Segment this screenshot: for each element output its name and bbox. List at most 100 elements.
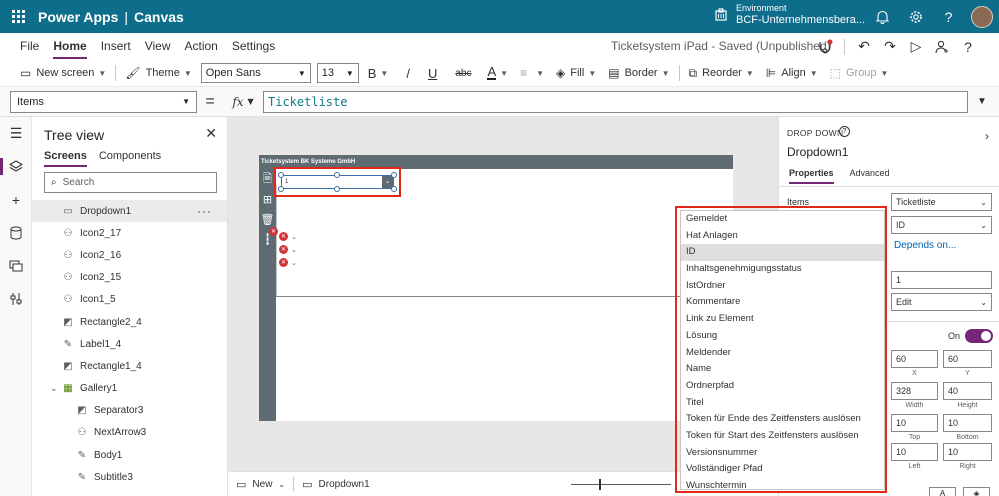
tree-view-layers-icon[interactable]: [0, 150, 32, 183]
chevron-down-icon[interactable]: ⌄: [50, 383, 62, 394]
menu-tab-insert[interactable]: Insert: [94, 33, 138, 60]
tree-item-label: Label1_4: [80, 338, 122, 350]
formula-input[interactable]: Ticketliste: [263, 90, 968, 113]
padding-bottom-input[interactable]: 10: [943, 414, 992, 432]
gallery-row[interactable]: ✕ ⌄: [279, 245, 297, 254]
depends-on-link[interactable]: Depends on...: [894, 240, 956, 251]
tree-item[interactable]: ⚇ Icon2_17: [32, 222, 227, 244]
app-launcher-button[interactable]: [0, 0, 36, 33]
tree-item[interactable]: ◩ Separator3: [32, 400, 227, 422]
delete-icon[interactable]: ✕: [269, 227, 278, 236]
y-input[interactable]: 60: [943, 350, 992, 368]
menu-tab-file[interactable]: File: [13, 33, 46, 60]
tree-item[interactable]: ✎ Label1_4: [32, 333, 227, 355]
insert-plus-icon[interactable]: +: [0, 183, 32, 216]
tree-item[interactable]: ◩ Rectangle2_4: [32, 311, 227, 333]
delete-icon[interactable]: ✕: [279, 245, 288, 254]
theme-button[interactable]: 🖌 Theme ▼: [119, 60, 197, 87]
new-screen-status-button[interactable]: ▭ New ⌄: [228, 478, 293, 491]
x-input[interactable]: 60: [891, 350, 938, 368]
fill-button[interactable]: ◈ Fill ▼: [550, 60, 602, 87]
selected-control-breadcrumb[interactable]: ▭ Dropdown1: [294, 478, 378, 491]
gallery-row[interactable]: ✕ ⌄: [279, 232, 297, 241]
menu-tab-home[interactable]: Home: [46, 33, 93, 60]
padding-right-input[interactable]: 10: [943, 443, 992, 461]
property-select[interactable]: Items ▼: [10, 90, 197, 113]
tree-item[interactable]: ⚇ Icon1_5: [32, 289, 227, 311]
advanced-tools-icon[interactable]: [0, 282, 32, 315]
tree-item[interactable]: ◩ Rectangle1_4: [32, 355, 227, 377]
value-select[interactable]: ID ⌄: [891, 216, 992, 234]
undo-icon[interactable]: ↶: [851, 33, 877, 60]
delete-icon[interactable]: ✕: [279, 232, 288, 241]
padding-left-input[interactable]: 10: [891, 443, 938, 461]
width-input[interactable]: 328: [891, 382, 938, 400]
zoom-slider[interactable]: [571, 484, 671, 485]
padding-top-input[interactable]: 10: [891, 414, 938, 432]
strikethrough-button[interactable]: abc: [449, 60, 477, 87]
help-icon[interactable]: ?: [932, 0, 965, 33]
reorder-button[interactable]: ⧉ Reorder ▼: [683, 60, 760, 87]
new-screen-button[interactable]: ▭ New screen ▼: [14, 60, 112, 87]
tree-item[interactable]: ⌄ ▦ Gallery1: [32, 378, 227, 400]
chevron-down-icon: ▼: [98, 68, 107, 78]
fill-color-icon[interactable]: ◈: [963, 487, 990, 496]
font-size-select[interactable]: 13 ▼: [316, 63, 359, 83]
font-color-button[interactable]: A ▼: [481, 60, 514, 87]
notifications-icon[interactable]: [866, 0, 899, 33]
tree-item[interactable]: ✎ Subtitle3: [32, 466, 227, 488]
bold-button[interactable]: B ▼: [362, 60, 395, 87]
environment-picker[interactable]: Environment BCF-Unternehmensbera...: [714, 3, 865, 27]
default-input[interactable]: 1: [891, 271, 992, 289]
text-align-button[interactable]: ≡ ▼: [514, 60, 550, 87]
redo-icon[interactable]: ↷: [877, 33, 903, 60]
text-align-button[interactable]: A: [929, 487, 956, 496]
align-button[interactable]: ⊫ Align ▼: [760, 60, 824, 87]
trash-icon[interactable]: 🗑: [259, 209, 276, 229]
underline-button[interactable]: U: [422, 60, 443, 87]
media-icon[interactable]: [0, 249, 32, 282]
zoom-slider-thumb[interactable]: [599, 479, 601, 490]
tree-item[interactable]: ⚇ Icon2_15: [32, 267, 227, 289]
settings-gear-icon[interactable]: [899, 0, 932, 33]
visible-toggle[interactable]: [965, 329, 993, 343]
annotation-highlight: [675, 206, 887, 493]
chevron-right-icon[interactable]: ›: [985, 129, 989, 143]
tree-item[interactable]: ⚇ Icon2_16: [32, 244, 227, 266]
play-preview-icon[interactable]: ▷: [903, 33, 929, 60]
hamburger-menu-icon[interactable]: ☰: [0, 117, 32, 150]
italic-button[interactable]: /: [400, 60, 416, 87]
font-color-label: A: [487, 64, 497, 80]
border-button[interactable]: ▤ Border ▼: [602, 60, 675, 87]
tab-properties[interactable]: Properties: [789, 168, 834, 184]
height-input[interactable]: 40: [943, 382, 992, 400]
tree-item[interactable]: ▭ Dropdown1 ···: [32, 200, 227, 223]
expand-formula-icon[interactable]: ▼: [968, 91, 996, 113]
help-question-icon[interactable]: ?: [955, 33, 981, 60]
more-options-icon[interactable]: ···: [197, 204, 212, 218]
menu-tab-settings[interactable]: Settings: [225, 33, 282, 60]
share-user-icon[interactable]: [929, 33, 955, 60]
tree-search-input[interactable]: ⌕ Search: [44, 172, 217, 193]
chevron-down-icon: ▼: [661, 68, 670, 78]
menu-tab-view[interactable]: View: [138, 33, 178, 60]
gallery-row[interactable]: ✕ ⌄: [279, 258, 297, 267]
tree-item[interactable]: ⚇ NextArrow3: [32, 422, 227, 444]
tab-components[interactable]: Components: [99, 150, 161, 167]
app-screen[interactable]: Ticketsystem BK Systeme GmbH 🗎 ⊞ 🗑 ┇ 1 ⌄…: [259, 155, 733, 421]
tab-advanced[interactable]: Advanced: [850, 168, 890, 184]
app-checker-icon[interactable]: [812, 33, 838, 60]
tree-item[interactable]: ✎ Body1: [32, 444, 227, 466]
close-icon[interactable]: ✕: [205, 125, 217, 142]
delete-icon[interactable]: ✕: [279, 258, 288, 267]
tab-screens[interactable]: Screens: [44, 150, 87, 167]
font-family-select[interactable]: Open Sans ▼: [200, 63, 311, 83]
function-button[interactable]: fx ▼: [223, 91, 263, 113]
user-avatar[interactable]: [971, 5, 993, 28]
display-mode-select[interactable]: Edit ⌄: [891, 293, 992, 311]
group-button[interactable]: ⬚ Group ▼: [824, 60, 895, 87]
items-select[interactable]: Ticketliste ⌄: [891, 193, 992, 211]
help-circle-icon[interactable]: ?: [839, 126, 850, 137]
menu-tab-action[interactable]: Action: [178, 33, 225, 60]
data-cylinder-icon[interactable]: [0, 216, 32, 249]
